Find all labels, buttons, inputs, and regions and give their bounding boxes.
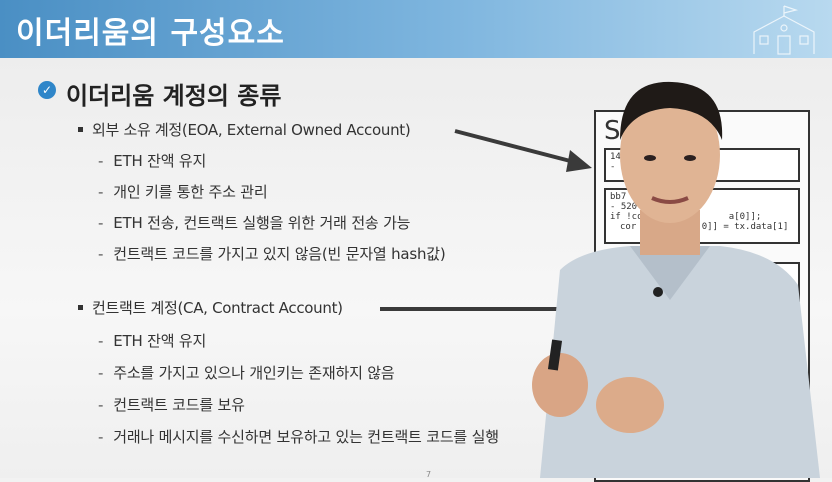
presenter-image — [532, 81, 820, 478]
ca-heading: 컨트랙트 계정(CA, Contract Account) — [92, 299, 343, 317]
ca-item: - 거래나 메시지를 수신하면 보유하고 있는 컨트랙트 코드를 실행 — [98, 428, 499, 446]
ca-item: - 주소를 가지고 있으나 개인키는 존재하지 않음 — [98, 364, 395, 382]
school-building-icon — [753, 5, 815, 55]
bullet-icon — [78, 305, 83, 310]
check-circle-icon: ✓ — [38, 81, 56, 99]
eoa-item: - ETH 잔액 유지 — [98, 152, 207, 170]
ca-item: - 컨트랙트 코드를 보유 — [98, 396, 245, 414]
eoa-heading: 외부 소유 계정(EOA, External Owned Account) — [92, 121, 411, 139]
bullet-icon — [78, 127, 83, 132]
eoa-item: - 개인 키를 통한 주소 관리 — [98, 183, 268, 201]
slide-title: 이더리움의 구성요소 — [16, 16, 285, 51]
ca-item: - ETH 잔액 유지 — [98, 332, 207, 350]
section-title: 이더리움 계정의 종류 — [66, 82, 282, 110]
eoa-item: - 컨트랙트 코드를 가지고 있지 않음(빈 문자열 hash값) — [98, 245, 446, 263]
eoa-item: - ETH 전송, 컨트랙트 실행을 위한 거래 전송 가능 — [98, 214, 411, 232]
slide-header: 이더리움의 구성요소 — [0, 0, 832, 58]
